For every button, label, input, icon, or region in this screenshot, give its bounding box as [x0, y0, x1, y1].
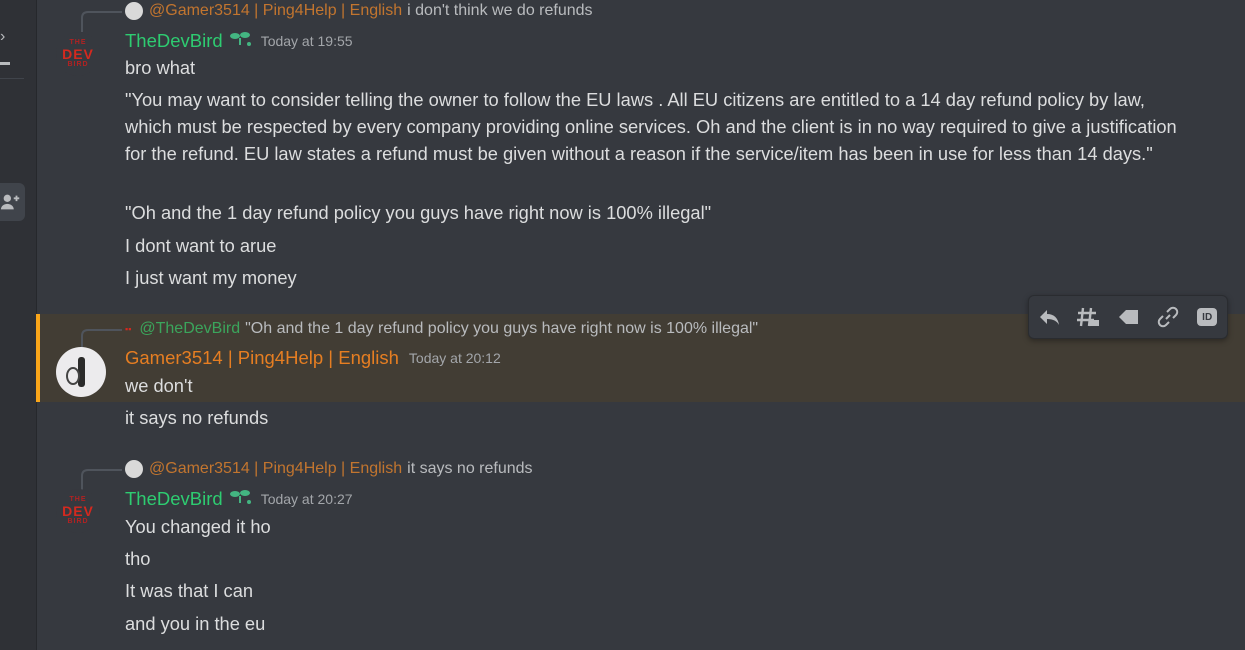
avatar-text-bottom: BIRD — [67, 518, 89, 525]
id-icon: ID — [1197, 308, 1218, 326]
message-line: You changed it ho — [125, 516, 271, 537]
sprout-badge-icon[interactable] — [229, 29, 251, 52]
avatar-text-mid: DEV — [62, 46, 94, 62]
link-icon[interactable] — [1155, 304, 1181, 330]
sprout-badge-icon[interactable] — [229, 487, 251, 510]
reply-preview[interactable]: @Gamer3514 | Ping4Help | English it says… — [125, 459, 533, 479]
avatar-text-mid: DEV — [62, 503, 94, 519]
reply-arrow-icon[interactable] — [1036, 304, 1062, 330]
reply-spine — [81, 469, 122, 490]
message-line: "You may want to consider telling the ow… — [125, 89, 1177, 164]
author-name[interactable]: TheDevBird — [125, 488, 223, 510]
avatar[interactable] — [56, 347, 106, 397]
avatar-text-bottom: BIRD — [67, 61, 89, 68]
reply-avatar — [125, 460, 143, 478]
server-channel-rail: › — [0, 0, 37, 650]
add-member-button[interactable] — [0, 183, 25, 221]
message-header: TheDevBird Today at 19:55 — [125, 29, 353, 52]
avatar-ring — [66, 367, 80, 385]
chevron-right-icon[interactable]: › — [0, 28, 5, 46]
reply-spine — [81, 11, 122, 32]
add-user-icon — [0, 194, 20, 210]
reply-preview[interactable]: @Gamer3514 | Ping4Help | English i don't… — [125, 1, 593, 21]
reply-avatar: ▪▪ — [125, 324, 132, 334]
timestamp[interactable]: Today at 20:12 — [409, 350, 501, 366]
reply-mention[interactable]: @Gamer3514 | Ping4Help | English — [149, 460, 402, 478]
message-line: and you in the eu — [125, 613, 266, 634]
reply-mention[interactable]: @TheDevBird — [139, 320, 240, 338]
message-line: "Oh and the 1 day refund policy you guys… — [125, 202, 712, 223]
avatar[interactable]: THE DEV BIRD — [56, 32, 100, 76]
message-line: I just want my money — [125, 267, 297, 288]
message-line: It was that I can — [125, 580, 254, 601]
message-line: bro what — [125, 57, 196, 78]
message-header: TheDevBird Today at 20:27 — [125, 487, 353, 510]
reply-mention[interactable]: @Gamer3514 | Ping4Help | English — [149, 2, 402, 20]
message-line: it says no refunds — [125, 407, 269, 428]
tag-icon[interactable] — [1115, 304, 1141, 330]
message-header: Gamer3514 | Ping4Help | English Today at… — [125, 347, 501, 369]
timestamp[interactable]: Today at 20:27 — [261, 491, 353, 507]
author-name[interactable]: Gamer3514 | Ping4Help | English — [125, 347, 399, 369]
author-name[interactable]: TheDevBird — [125, 30, 223, 52]
message-line: we don't — [125, 375, 193, 396]
unread-indicator — [0, 62, 10, 65]
copy-id-button[interactable]: ID — [1194, 304, 1220, 330]
divider — [0, 78, 24, 79]
thread-icon[interactable] — [1075, 304, 1101, 330]
message-line: tho — [125, 548, 151, 569]
reply-text[interactable]: "Oh and the 1 day refund policy you guys… — [245, 320, 758, 338]
message-actions-toolbar: ID — [1028, 295, 1228, 339]
timestamp[interactable]: Today at 19:55 — [261, 33, 353, 49]
avatar[interactable]: THE DEV BIRD — [56, 489, 100, 533]
reply-text[interactable]: it says no refunds — [407, 460, 532, 478]
reply-preview[interactable]: ▪▪ @TheDevBird "Oh and the 1 day refund … — [125, 319, 758, 339]
reply-text[interactable]: i don't think we do refunds — [407, 2, 592, 20]
message-line: I dont want to arue — [125, 235, 277, 256]
reply-avatar — [125, 2, 143, 20]
reply-spine — [81, 329, 122, 348]
